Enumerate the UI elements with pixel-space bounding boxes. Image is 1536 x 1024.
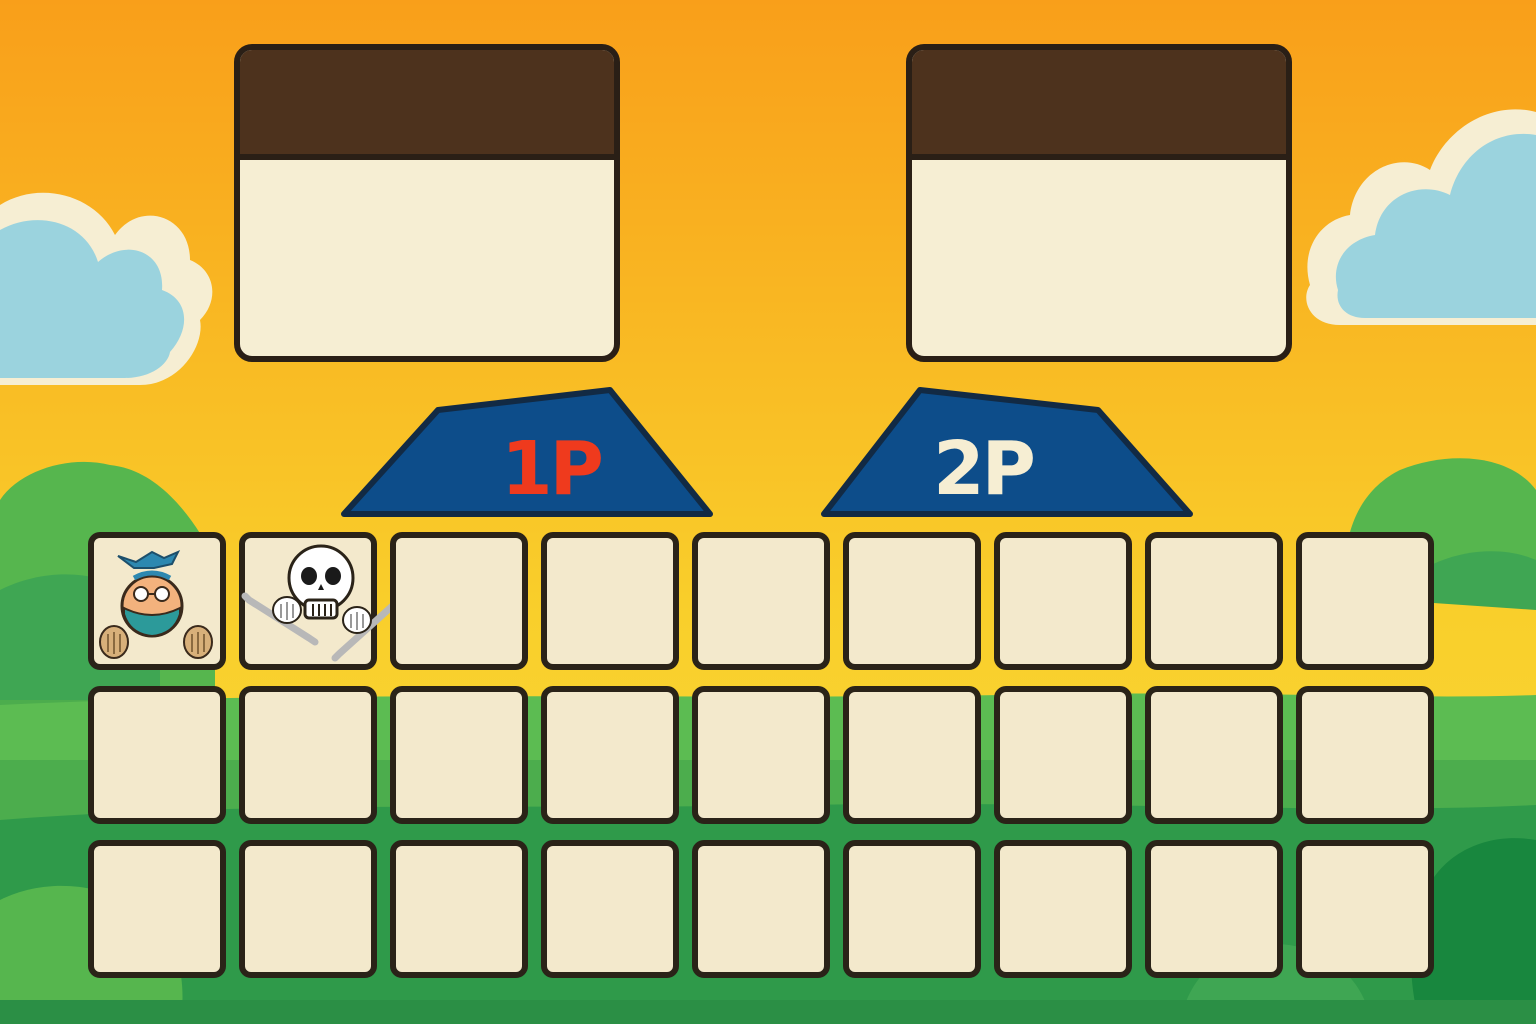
- character-slot-r3-c8[interactable]: [1145, 840, 1283, 978]
- character-slot-r2-c3[interactable]: [390, 686, 528, 824]
- character-slot-r2-c9[interactable]: [1296, 686, 1434, 824]
- character-roster-grid: [88, 532, 1434, 978]
- character-slot-r3-c4[interactable]: [541, 840, 679, 978]
- character-slot-r2-c8[interactable]: [1145, 686, 1283, 824]
- player-1-preview-panel: [234, 44, 620, 362]
- character-slot-r1-c8[interactable]: [1145, 532, 1283, 670]
- character-slot-r1-c1[interactable]: [88, 532, 226, 670]
- character-slot-r2-c6[interactable]: [843, 686, 981, 824]
- character-slot-r3-c5[interactable]: [692, 840, 830, 978]
- character-slot-r3-c2[interactable]: [239, 840, 377, 978]
- character-slot-r1-c2[interactable]: [239, 532, 407, 670]
- character-slot-r3-c7[interactable]: [994, 840, 1132, 978]
- player-2-label: 2P: [933, 426, 1036, 512]
- character-slot-r3-c3[interactable]: [390, 840, 528, 978]
- player-1-label: 1P: [501, 426, 604, 512]
- character-slot-r1-c6[interactable]: [843, 532, 981, 670]
- character-slot-r2-c2[interactable]: [239, 686, 377, 824]
- player-1-name-bar: [240, 50, 614, 160]
- character-slot-r1-c9[interactable]: [1296, 532, 1434, 670]
- character-slot-r2-c4[interactable]: [541, 686, 679, 824]
- character-slot-r1-c4[interactable]: [541, 532, 679, 670]
- character-slot-r3-c9[interactable]: [1296, 840, 1434, 978]
- character-slot-r1-c7[interactable]: [994, 532, 1132, 670]
- player-2-preview-panel: [906, 44, 1292, 362]
- character-slot-r2-c7[interactable]: [994, 686, 1132, 824]
- player-2-name-bar: [912, 50, 1286, 160]
- character-slot-r2-c1[interactable]: [88, 686, 226, 824]
- character-slot-r1-c3[interactable]: [390, 532, 528, 670]
- character-select-screen: 1P 2P: [0, 0, 1536, 1024]
- character-slot-r2-c5[interactable]: [692, 686, 830, 824]
- character-slot-r1-c5[interactable]: [692, 532, 830, 670]
- character-slot-r3-c6[interactable]: [843, 840, 981, 978]
- character-slot-r3-c1[interactable]: [88, 840, 226, 978]
